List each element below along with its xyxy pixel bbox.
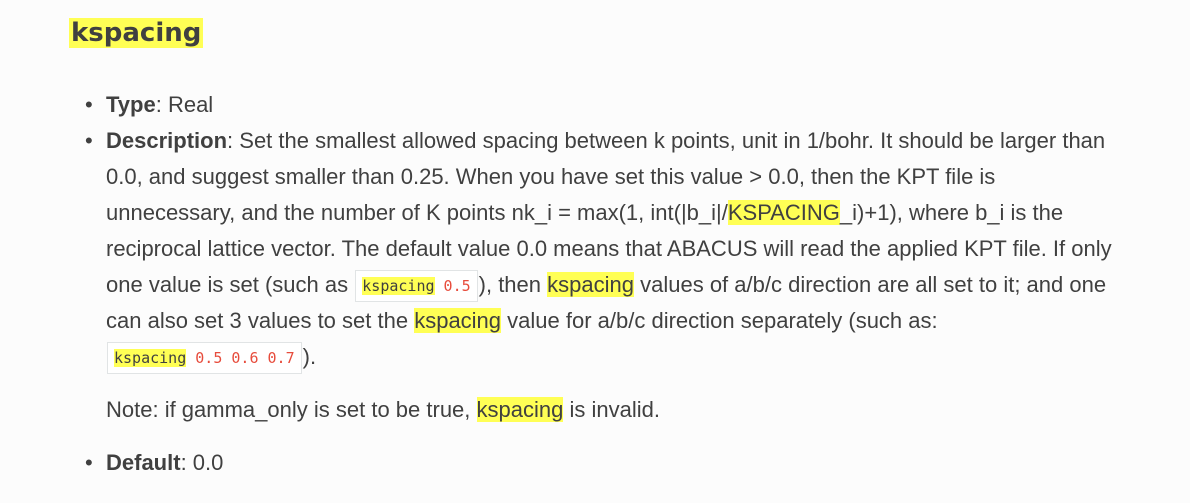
heading-highlight: kspacing [69,18,204,48]
bullet: • [85,128,93,153]
search-highlight: kspacing [547,272,634,297]
type-sep: : [155,92,168,117]
description-paragraph: Description: Set the smallest allowed sp… [106,123,1129,375]
description-label: Description [106,128,228,153]
description-line: Set the smallest allowed spacing between… [239,128,994,153]
code-keyword: kspacing [114,349,187,367]
type-value: Real [167,92,214,117]
code-keyword: kspacing [362,277,435,295]
code-number: 0.5 [443,277,471,295]
description-line: direction separately (such as: [651,308,938,333]
default-label: Default [106,450,181,475]
list-item-default: • Default: 0.0 [69,445,1129,481]
search-highlight: kspacing [414,308,502,333]
list-item-description: • Description: Set the smallest allowed … [69,123,1129,428]
search-highlight: kspacing [476,397,564,422]
parameter-heading: kspacing [69,14,204,52]
note-paragraph: Note: if gamma_only is set to be true, k… [106,397,660,422]
doc-page: kspacing • Type: Real • Description: Set … [0,0,1190,503]
search-highlight: KSPACING [727,200,840,225]
parameter-list: • Type: Real • Description: Set the small… [69,87,1129,481]
type-label: Type [106,92,156,117]
code-number: 0.5 0.6 0.7 [195,349,295,367]
inline-code: kspacing 0.5 0.6 0.7 [107,342,302,374]
default-value: 0.0 [192,450,224,475]
list-item-type: • Type: Real [69,87,1129,123]
bullet: • [85,92,93,117]
inline-code: kspacing 0.5 [355,270,478,302]
bullet: • [85,450,93,475]
